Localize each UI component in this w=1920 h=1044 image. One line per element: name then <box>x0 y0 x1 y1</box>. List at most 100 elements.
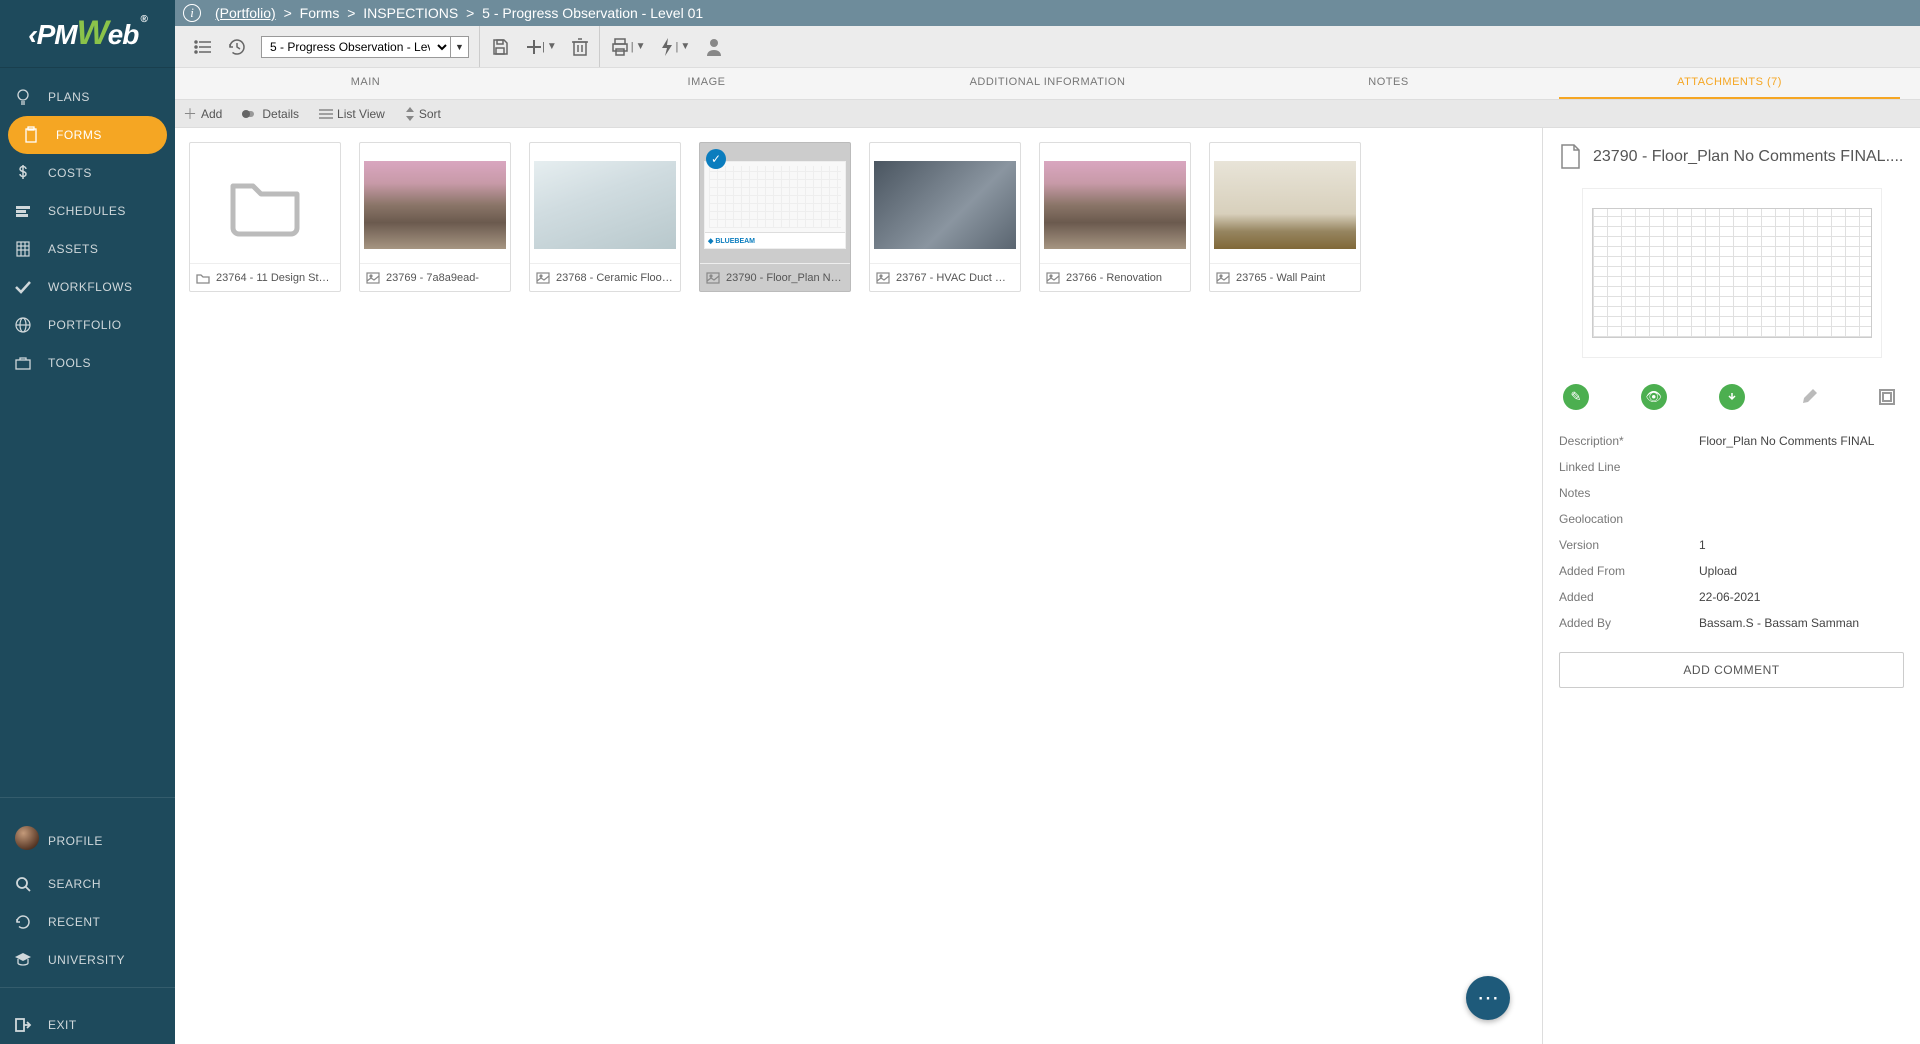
tab-image[interactable]: IMAGE <box>536 68 877 99</box>
attachment-card[interactable]: 23769 - 7a8a9ead- <box>359 142 511 292</box>
add-icon[interactable]: |▼ <box>524 37 557 57</box>
add-button[interactable]: ＋Add <box>183 104 222 124</box>
field-value: Floor_Plan No Comments FINAL <box>1699 434 1874 448</box>
delete-icon[interactable] <box>571 37 589 57</box>
globe-icon <box>14 316 40 334</box>
sidebar-item-label: SEARCH <box>48 877 101 891</box>
sidebar-item-costs[interactable]: COSTS <box>0 154 175 192</box>
card-label: 23767 - HVAC Duct Work <box>896 272 1014 284</box>
print-icon[interactable]: |▼ <box>610 37 646 57</box>
fab-more-button[interactable]: ⋯ <box>1466 976 1510 1020</box>
sidebar-item-label: ASSETS <box>48 242 98 256</box>
image-icon <box>706 272 720 284</box>
sidebar-item-label: UNIVERSITY <box>48 953 125 967</box>
details-button[interactable]: Details <box>242 107 299 121</box>
field-label: Description* <box>1559 434 1699 448</box>
sidebar-item-plans[interactable]: PLANS <box>0 78 175 116</box>
field-label: Added From <box>1559 564 1699 578</box>
recent-icon <box>14 913 40 931</box>
sidebar-item-label: WORKFLOWS <box>48 280 133 294</box>
sidebar-item-workflows[interactable]: WORKFLOWS <box>0 268 175 306</box>
sidebar-item-label: PLANS <box>48 90 90 104</box>
sidebar-item-label: EXIT <box>48 1018 77 1032</box>
list-icon[interactable] <box>193 37 213 57</box>
breadcrumb-inspections[interactable]: INSPECTIONS <box>363 5 458 21</box>
field-label: Geolocation <box>1559 512 1699 526</box>
attachment-card[interactable]: 23767 - HVAC Duct Work <box>869 142 1021 292</box>
tab-additional-information[interactable]: ADDITIONAL INFORMATION <box>877 68 1218 99</box>
thumbnail <box>1040 143 1190 263</box>
schedule-icon <box>14 202 40 220</box>
info-icon[interactable]: i <box>183 4 201 22</box>
sidebar-item-label: TOOLS <box>48 356 91 370</box>
nav-primary: PLANS FORMS COSTS SCHEDULES ASSETS WORKFLOWS P… <box>0 68 175 789</box>
attachment-card[interactable]: 23768 - Ceramic Floor Tiling <box>529 142 681 292</box>
sidebar-item-label: COSTS <box>48 166 92 180</box>
sidebar-item-exit[interactable]: EXIT <box>0 1006 175 1044</box>
image-icon <box>1216 272 1230 284</box>
breadcrumb-forms[interactable]: Forms <box>300 5 340 21</box>
sidebar-item-portfolio[interactable]: PORTFOLIO <box>0 306 175 344</box>
sidebar-item-university[interactable]: UNIVERSITY <box>0 941 175 979</box>
sort-button[interactable]: Sort <box>405 107 441 121</box>
card-label: 23765 - Wall Paint <box>1236 272 1325 284</box>
logo: ‹PMWeb® <box>0 0 175 68</box>
attachment-card[interactable]: 23764 - 11 Design Stage <box>189 142 341 292</box>
sidebar-item-recent[interactable]: RECENT <box>0 903 175 941</box>
detail-preview[interactable] <box>1582 188 1882 358</box>
attachments-toolbar: ＋Add Details List View Sort <box>175 100 1920 128</box>
breadcrumb-root[interactable]: (Portfolio) <box>215 5 276 21</box>
field-label: Added <box>1559 590 1699 604</box>
attachment-detail-panel: 23790 - Floor_Plan No Comments FINAL....… <box>1542 128 1920 1044</box>
clipboard-icon <box>22 126 48 144</box>
nav-secondary: PROFILE SEARCH RECENT UNIVERSITY <box>0 806 175 979</box>
folder-icon <box>196 272 210 284</box>
search-icon <box>14 875 40 893</box>
sidebar-item-assets[interactable]: ASSETS <box>0 230 175 268</box>
tab-attachments-7-[interactable]: ATTACHMENTS (7) <box>1559 68 1900 99</box>
briefcase-icon <box>14 354 40 372</box>
card-label: 23768 - Ceramic Floor Tiling <box>556 272 674 284</box>
sidebar-item-label: SCHEDULES <box>48 204 126 218</box>
view-icon[interactable]: 👁 <box>1641 384 1667 410</box>
thumbnail <box>530 143 680 263</box>
detail-field: Version1 <box>1559 532 1904 558</box>
sidebar-item-label: PROFILE <box>48 834 103 848</box>
attachments-gallery: 23764 - 11 Design Stage23769 - 7a8a9ead-… <box>175 128 1542 1044</box>
attachment-card[interactable]: ✓◆ BLUEBEAM23790 - Floor_Plan No Com... <box>699 142 851 292</box>
selected-check-icon: ✓ <box>706 149 726 169</box>
breadcrumb: i (Portfolio) > Forms > INSPECTIONS > 5 … <box>175 0 1920 26</box>
download-icon[interactable] <box>1719 384 1745 410</box>
add-comment-button[interactable]: ADD COMMENT <box>1559 652 1904 688</box>
bolt-icon[interactable]: |▼ <box>660 37 691 57</box>
crop-icon[interactable] <box>1874 384 1900 410</box>
save-icon[interactable] <box>490 37 510 57</box>
edit-icon[interactable]: ✎ <box>1563 384 1589 410</box>
record-select[interactable]: 5 - Progress Observation - Level 01 ▼ <box>261 36 469 58</box>
sidebar-item-schedules[interactable]: SCHEDULES <box>0 192 175 230</box>
card-label: 23790 - Floor_Plan No Com... <box>726 272 844 284</box>
sidebar-item-label: PORTFOLIO <box>48 318 122 332</box>
tab-main[interactable]: MAIN <box>195 68 536 99</box>
attachment-card[interactable]: 23766 - Renovation <box>1039 142 1191 292</box>
card-footer: 23768 - Ceramic Floor Tiling <box>530 263 680 291</box>
detail-field: Linked Line <box>1559 454 1904 480</box>
card-footer: 23766 - Renovation <box>1040 263 1190 291</box>
sidebar-item-search[interactable]: SEARCH <box>0 865 175 903</box>
sidebar-item-tools[interactable]: TOOLS <box>0 344 175 382</box>
sidebar-item-label: FORMS <box>56 128 102 142</box>
attachment-card[interactable]: 23765 - Wall Paint <box>1209 142 1361 292</box>
brush-icon[interactable] <box>1796 384 1822 410</box>
tab-notes[interactable]: NOTES <box>1218 68 1559 99</box>
tabs: MAINIMAGEADDITIONAL INFORMATIONNOTESATTA… <box>175 68 1920 100</box>
field-label: Added By <box>1559 616 1699 630</box>
thumbnail <box>360 143 510 263</box>
toolbar: 5 - Progress Observation - Level 01 ▼ |▼ <box>175 26 1920 68</box>
sidebar-item-forms[interactable]: FORMS <box>8 116 167 154</box>
image-icon <box>536 272 550 284</box>
history-icon[interactable] <box>227 37 247 57</box>
sidebar-item-profile[interactable]: PROFILE <box>0 816 175 865</box>
check-icon <box>14 278 40 296</box>
person-icon[interactable] <box>704 37 724 57</box>
listview-button[interactable]: List View <box>319 107 385 121</box>
